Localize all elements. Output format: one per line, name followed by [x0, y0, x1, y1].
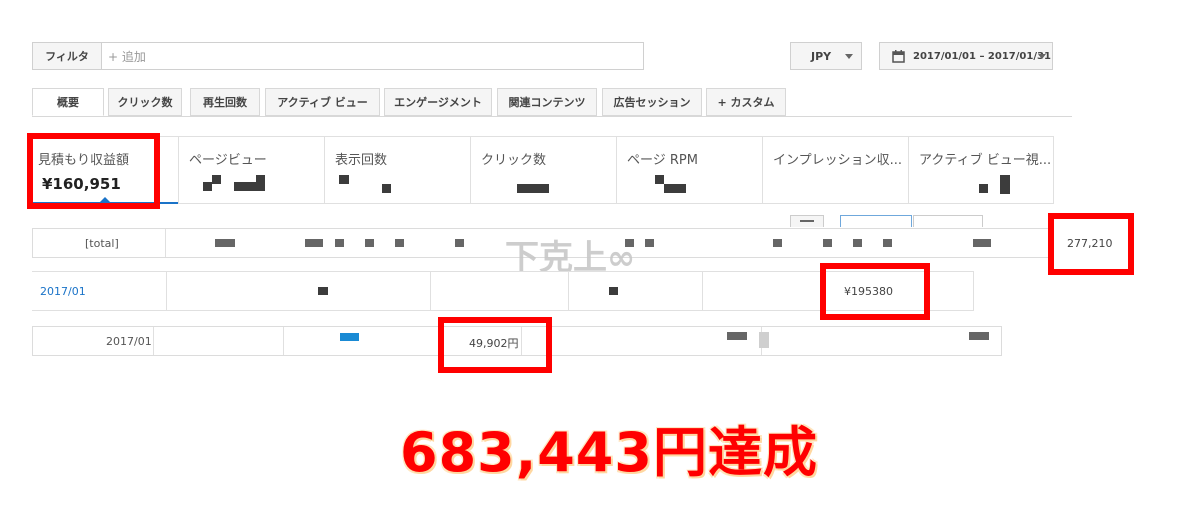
redaction-block — [973, 239, 991, 247]
redaction-block — [645, 239, 654, 247]
tab-label: アクティブ ビュー — [277, 96, 368, 109]
redaction-block — [212, 175, 221, 184]
metric-page-rpm[interactable]: ページ RPM — [616, 136, 762, 204]
tab-label: 概要 — [57, 96, 79, 109]
metric-label: ページ RPM — [627, 153, 698, 168]
metric-impression-rpm[interactable]: インプレッション収... — [762, 136, 908, 204]
cell-divider — [568, 272, 569, 310]
redaction-block — [823, 239, 832, 247]
metric-impressions[interactable]: 表示回数 — [324, 136, 470, 204]
redaction-block — [318, 287, 328, 295]
tab-divider — [32, 116, 1072, 117]
redaction-block — [727, 332, 747, 340]
chevron-down-icon — [845, 54, 853, 59]
metric-active-view[interactable]: アクティブ ビュー視... — [908, 136, 1054, 204]
cell-divider — [702, 272, 703, 310]
tab-engagement[interactable]: エンゲージメント — [384, 88, 492, 116]
filter-label: フィルタ — [45, 50, 89, 63]
date-range-value: 2017/01/01 – 2017/01/31 — [913, 50, 1051, 62]
metric-label: ページビュー — [189, 153, 267, 168]
redaction-block — [773, 239, 782, 247]
calendar-icon — [892, 49, 905, 63]
compare-button[interactable] — [840, 215, 912, 227]
redaction-block — [365, 239, 374, 247]
tab-label: 関連コンテンツ — [508, 96, 586, 109]
accent-bar — [340, 333, 359, 341]
redaction-block — [664, 184, 686, 193]
redaction-block — [979, 184, 988, 193]
redaction-block — [215, 239, 235, 247]
tab-label: 広告セッション — [613, 96, 691, 109]
cell-divider — [430, 272, 431, 310]
redaction-block — [335, 239, 344, 247]
tab-related-content[interactable]: 関連コンテンツ — [497, 88, 597, 116]
row-date: 2017/01 — [106, 335, 152, 348]
redaction-block — [853, 239, 862, 247]
metric-clicks[interactable]: クリック数 — [470, 136, 616, 204]
cell-divider — [153, 327, 154, 355]
metric-label: インプレッション収... — [773, 153, 903, 168]
redaction-block — [1000, 175, 1010, 194]
tab-label: エンゲージメント — [394, 96, 482, 109]
add-filter-input[interactable]: + 追加 — [102, 42, 644, 70]
cell-divider — [165, 229, 166, 257]
redaction-block — [203, 182, 212, 191]
add-filter-placeholder: + 追加 — [108, 49, 146, 64]
metric-label: クリック数 — [481, 153, 547, 168]
tab-overview[interactable]: 概要 — [32, 88, 104, 116]
redaction-block — [382, 184, 391, 193]
tab-label: + カスタム — [717, 96, 775, 109]
highlight-box-total — [1048, 213, 1134, 275]
view-toggle-button[interactable] — [913, 215, 983, 227]
tab-label: クリック数 — [117, 96, 173, 109]
redaction-block — [455, 239, 464, 247]
highlight-box-earnings — [27, 133, 160, 209]
cell-divider — [166, 272, 167, 310]
row-date-link[interactable]: 2017/01 — [40, 285, 86, 298]
redaction-block — [517, 184, 549, 193]
filter-button[interactable]: フィルタ — [32, 42, 102, 70]
chevron-down-icon — [1038, 54, 1046, 59]
tab-clicks[interactable]: クリック数 — [108, 88, 182, 116]
redaction-block — [609, 287, 618, 295]
tab-ad-sessions[interactable]: 広告セッション — [602, 88, 702, 116]
redaction-block — [969, 332, 989, 340]
redaction-block — [234, 182, 256, 191]
metric-label: アクティブ ビュー視... — [919, 153, 1052, 168]
highlight-box-row-revenue — [438, 317, 552, 373]
redaction-block — [339, 175, 349, 184]
redaction-block — [883, 239, 892, 247]
tab-custom[interactable]: + カスタム — [706, 88, 786, 116]
redaction-block — [256, 175, 265, 191]
metric-label: 表示回数 — [335, 153, 388, 168]
redaction-block — [759, 332, 769, 348]
total-label: [total] — [85, 237, 119, 250]
headline-achievement: 683,443円達成 — [400, 421, 818, 484]
redaction-block — [395, 239, 404, 247]
currency-value: JPY — [811, 49, 832, 63]
currency-select[interactable]: JPY — [790, 42, 862, 70]
highlight-box-row-earnings — [820, 263, 930, 320]
date-range-picker[interactable]: 2017/01/01 – 2017/01/31 — [879, 42, 1053, 70]
bar-icon — [800, 220, 814, 222]
tab-active-view[interactable]: アクティブ ビュー — [265, 88, 380, 116]
tab-views[interactable]: 再生回数 — [190, 88, 260, 116]
redaction-block — [655, 175, 664, 184]
redaction-block — [305, 239, 323, 247]
tab-label: 再生回数 — [203, 96, 247, 109]
chart-type-button[interactable] — [790, 215, 824, 227]
metric-page-views[interactable]: ページビュー — [178, 136, 324, 204]
cell-divider — [283, 327, 284, 355]
